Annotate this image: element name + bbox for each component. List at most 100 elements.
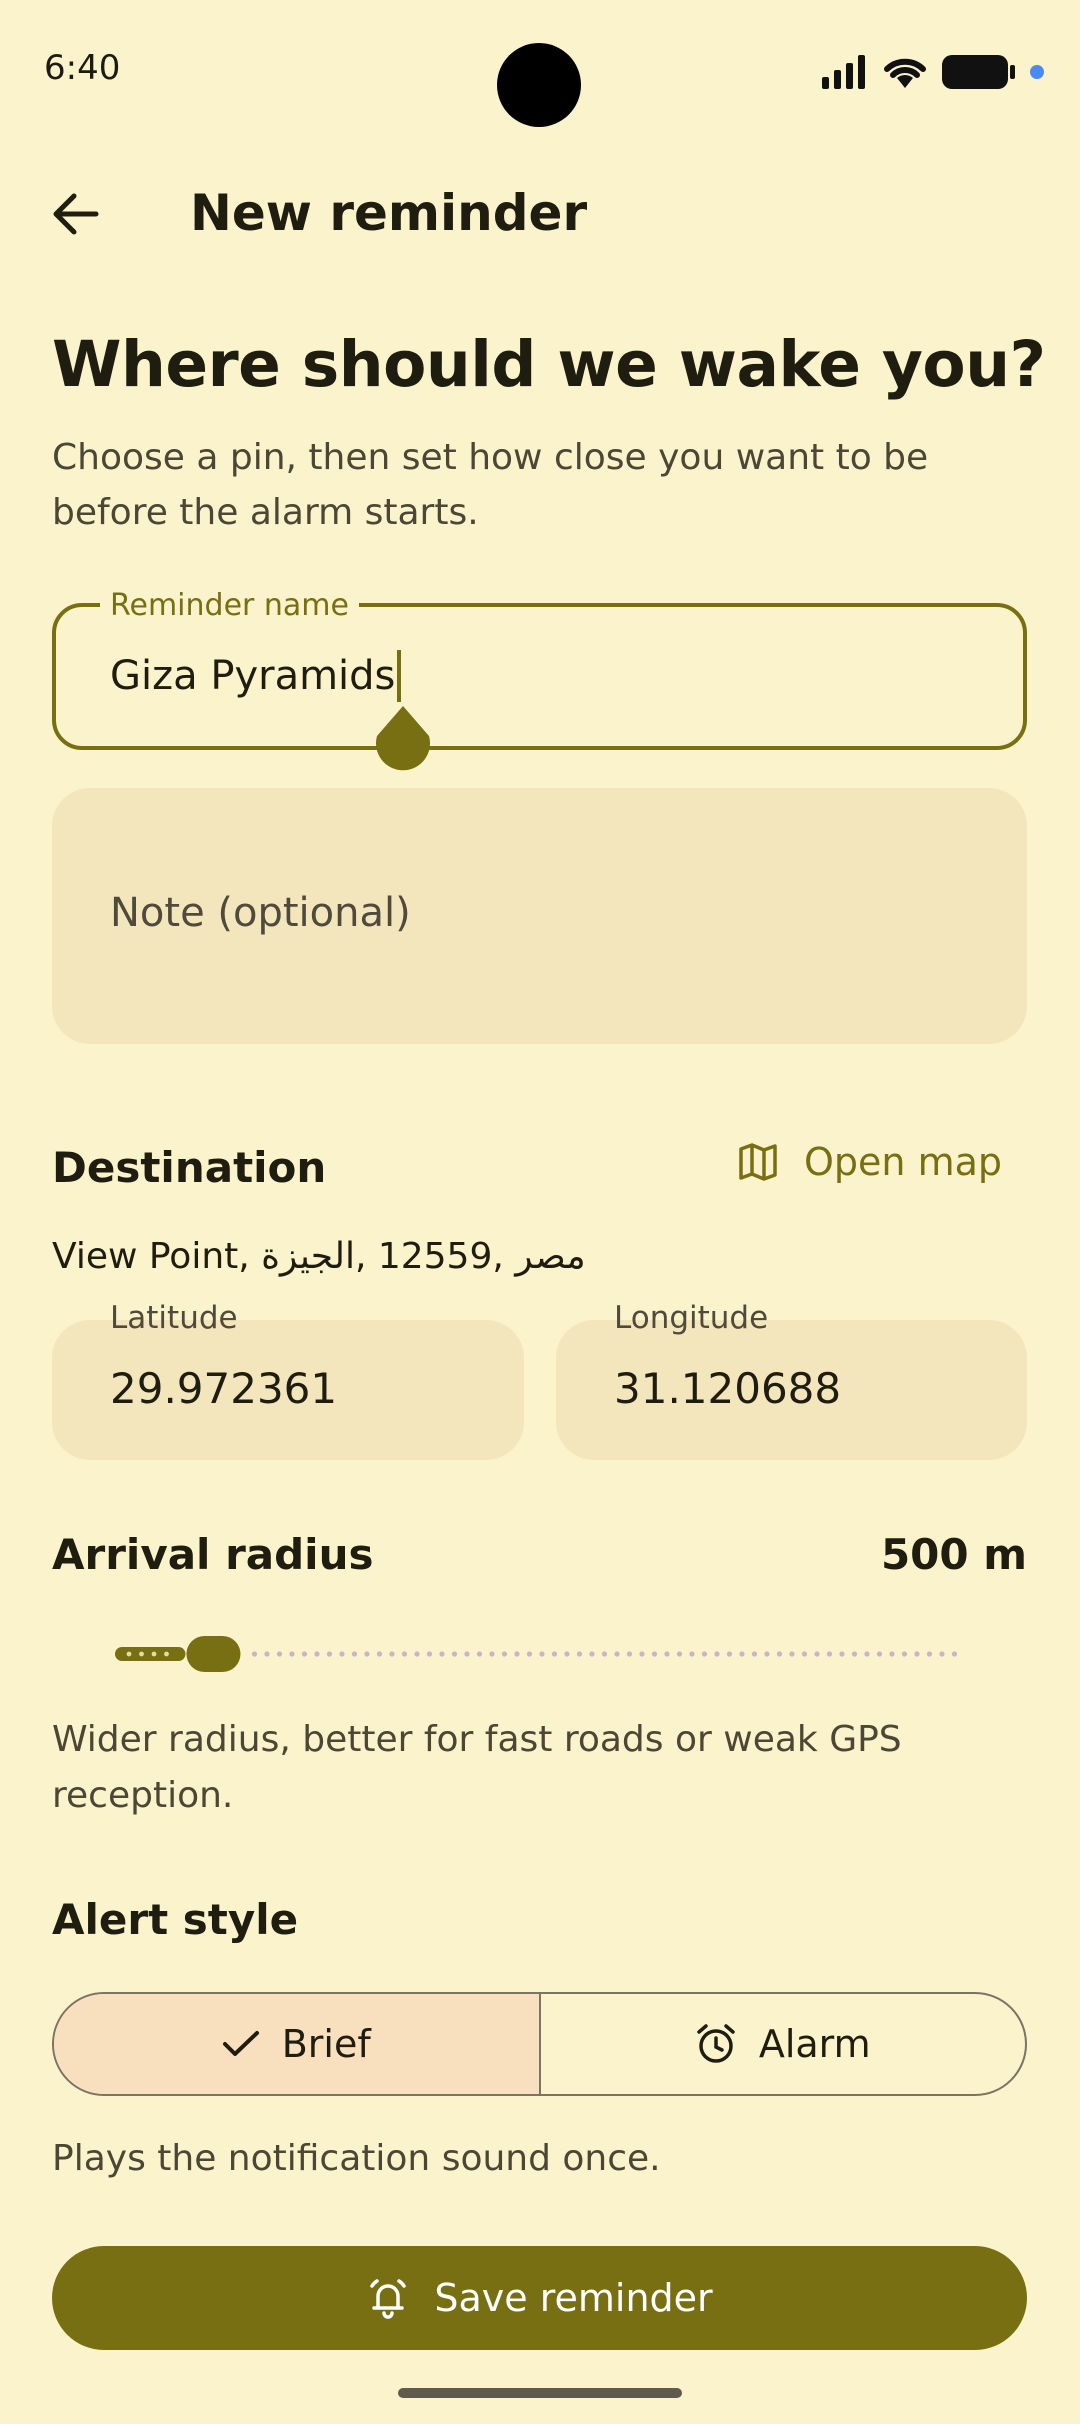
slider-track-dot bbox=[739, 1651, 745, 1657]
alert-style-title: Alert style bbox=[52, 1895, 299, 1944]
arrow-back-icon bbox=[53, 193, 99, 235]
slider-thumb[interactable] bbox=[186, 1636, 241, 1672]
slider-track-dot bbox=[564, 1651, 570, 1657]
alarm-clock-icon bbox=[697, 2024, 735, 2063]
signal-icon bbox=[822, 55, 865, 89]
slider-track-dot bbox=[439, 1651, 445, 1657]
slider-track-dot bbox=[551, 1651, 558, 1657]
slider-track-dot bbox=[476, 1651, 483, 1657]
slider-track-dot bbox=[901, 1651, 908, 1657]
slider-track-dot bbox=[826, 1651, 833, 1657]
home-indicator[interactable] bbox=[398, 2388, 682, 2398]
reminder-name-text: Giza Pyramids bbox=[110, 653, 396, 699]
open-map-label: Open map bbox=[804, 1140, 1002, 1184]
open-map-button[interactable]: Open map bbox=[738, 1140, 1002, 1184]
slider-track-dot bbox=[601, 1651, 608, 1657]
slider-track-dot bbox=[251, 1651, 258, 1657]
slider-track-dot bbox=[651, 1651, 658, 1657]
alert-style-brief-label: Brief bbox=[281, 2022, 371, 2066]
slider-active-dot bbox=[151, 1651, 157, 1657]
slider-track-dot bbox=[364, 1651, 370, 1657]
latitude-label: Latitude bbox=[110, 1300, 238, 1336]
save-reminder-label: Save reminder bbox=[434, 2276, 713, 2320]
destination-title: Destination bbox=[52, 1143, 327, 1192]
slider-track-dot bbox=[626, 1651, 633, 1657]
alert-style-segmented-control: Brief Alarm bbox=[52, 1992, 1027, 2096]
arrival-radius-slider[interactable] bbox=[115, 1636, 963, 1672]
slider-track-dot bbox=[714, 1651, 720, 1657]
slider-track-dot bbox=[664, 1651, 670, 1657]
slider-track-dot bbox=[814, 1651, 820, 1657]
slider-track-dot bbox=[939, 1651, 945, 1657]
slider-track-dot bbox=[914, 1651, 920, 1657]
slider-inactive-track bbox=[251, 1651, 958, 1657]
slider-active-dot bbox=[139, 1651, 144, 1657]
slider-track-dot bbox=[401, 1651, 408, 1657]
destination-address: View Point, مصر ,12559 ,الجيزة bbox=[52, 1236, 586, 1277]
arrival-radius-title: Arrival radius bbox=[52, 1530, 374, 1579]
page-headline: Where should we wake you? bbox=[52, 328, 1046, 401]
bell-ring-icon bbox=[370, 2279, 407, 2319]
check-icon bbox=[222, 2031, 259, 2056]
slider-track-dot bbox=[801, 1651, 808, 1657]
text-caret bbox=[397, 650, 402, 702]
latitude-value: 29.972361 bbox=[110, 1364, 338, 1413]
slider-track-dot bbox=[639, 1651, 645, 1657]
slider-track-dot bbox=[864, 1651, 870, 1657]
longitude-label: Longitude bbox=[614, 1300, 769, 1336]
status-icons bbox=[822, 50, 1044, 94]
slider-track-dot bbox=[689, 1651, 695, 1657]
slider-track-dot bbox=[926, 1651, 933, 1657]
slider-track-dot bbox=[514, 1651, 520, 1657]
slider-track-dot bbox=[851, 1651, 858, 1657]
reminder-name-label: Reminder name bbox=[100, 588, 359, 623]
slider-track-dot bbox=[339, 1651, 345, 1657]
notification-dot-icon bbox=[1030, 65, 1044, 79]
slider-track-dot bbox=[526, 1651, 533, 1657]
slider-active-dot bbox=[126, 1651, 132, 1657]
slider-track-dot bbox=[776, 1651, 783, 1657]
slider-track-dot bbox=[764, 1651, 770, 1657]
slider-track-dot bbox=[464, 1651, 470, 1657]
battery-icon bbox=[942, 55, 1015, 89]
slider-track-dot bbox=[726, 1651, 733, 1657]
slider-track-dot bbox=[264, 1651, 270, 1657]
alert-style-help: Plays the notification sound once. bbox=[52, 2138, 661, 2179]
save-reminder-button[interactable]: Save reminder bbox=[52, 2246, 1027, 2350]
slider-track-dot bbox=[839, 1651, 845, 1657]
arrival-radius-value: 500 m bbox=[880, 1530, 1027, 1579]
slider-track-dot bbox=[326, 1651, 333, 1657]
alert-style-alarm-option[interactable]: Alarm bbox=[541, 1994, 1026, 2094]
page-subtitle: Choose a pin, then set how close you wan… bbox=[52, 437, 929, 533]
back-button[interactable] bbox=[40, 178, 112, 250]
slider-track-dot bbox=[276, 1651, 283, 1657]
alert-style-alarm-label: Alarm bbox=[758, 2022, 871, 2066]
slider-track-dot bbox=[289, 1651, 295, 1657]
slider-track-dot bbox=[614, 1651, 620, 1657]
arrival-radius-help: Wider radius, better for fast roads or w… bbox=[52, 1719, 902, 1816]
slider-track-dot bbox=[789, 1651, 795, 1657]
slider-track-dot bbox=[876, 1651, 883, 1657]
app-bar-title: New reminder bbox=[190, 184, 588, 242]
slider-track-dot bbox=[501, 1651, 508, 1657]
wifi-icon bbox=[884, 58, 926, 88]
slider-track-dot bbox=[576, 1651, 583, 1657]
slider-track-dot bbox=[589, 1651, 595, 1657]
slider-track-dot bbox=[451, 1651, 458, 1657]
slider-track-dot bbox=[489, 1651, 495, 1657]
slider-track-dot bbox=[351, 1651, 358, 1657]
reminder-name-value[interactable]: Giza Pyramids bbox=[110, 650, 402, 702]
slider-track-dot bbox=[376, 1651, 383, 1657]
slider-active-dot bbox=[164, 1651, 169, 1657]
slider-track-dot bbox=[314, 1651, 320, 1657]
slider-track-dot bbox=[751, 1651, 758, 1657]
slider-track-dot bbox=[539, 1651, 545, 1657]
alert-style-brief-option[interactable]: Brief bbox=[54, 1994, 541, 2094]
slider-active-track bbox=[115, 1647, 186, 1661]
longitude-value: 31.120688 bbox=[614, 1364, 842, 1413]
slider-track-dot bbox=[701, 1651, 708, 1657]
text-selection-handle[interactable] bbox=[374, 706, 432, 774]
slider-track-dot bbox=[414, 1651, 420, 1657]
map-icon bbox=[739, 1143, 777, 1181]
slider-track-dot bbox=[889, 1651, 895, 1657]
